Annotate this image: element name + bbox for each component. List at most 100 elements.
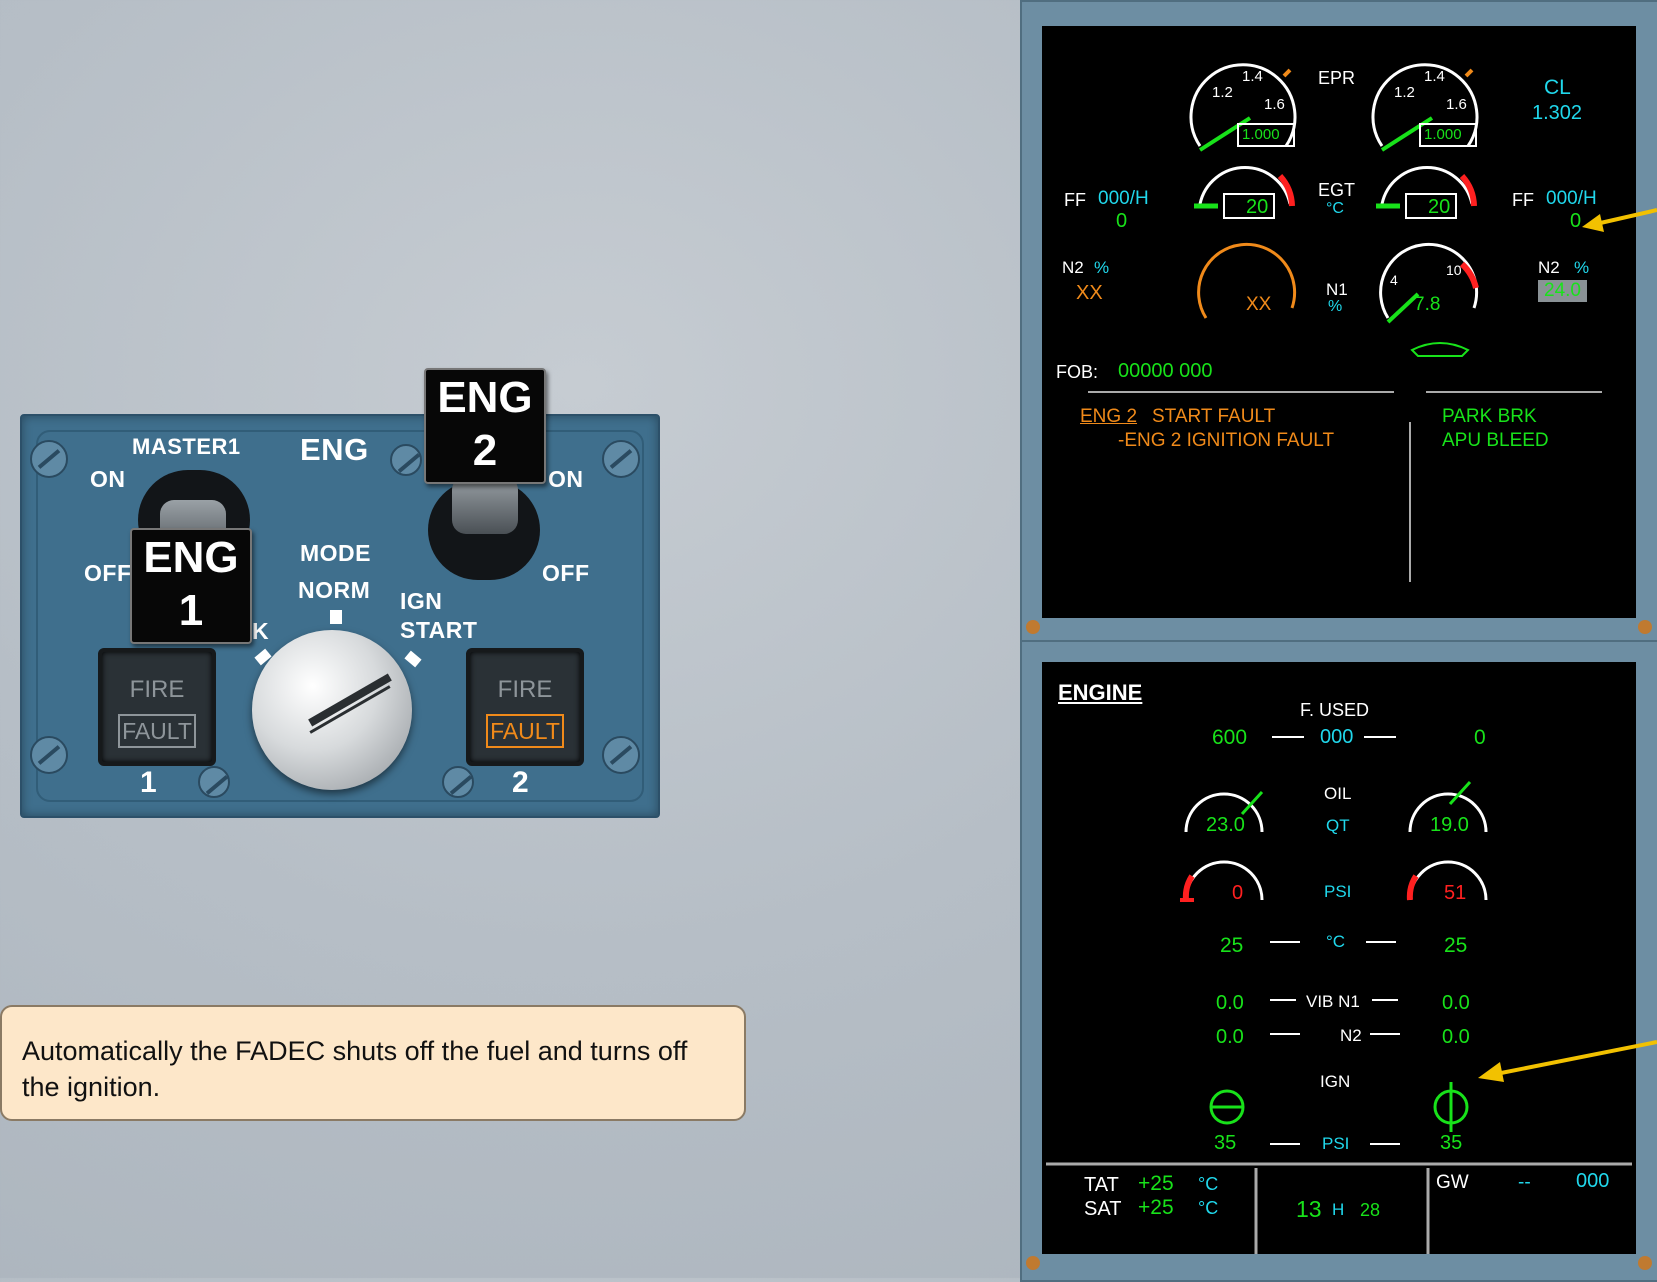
oil-qty1-value: 23.0	[1206, 814, 1245, 836]
fire-legend: FIRE	[129, 676, 185, 703]
bleed-psi1-value: 35	[1214, 1132, 1237, 1154]
eng2-placard: ENG 2	[424, 368, 546, 484]
epr2-max-mark	[1464, 68, 1474, 78]
epr2-tick-1.4: 1.4	[1424, 68, 1445, 85]
thrust-limit-value: 1.302	[1532, 102, 1583, 124]
n1-2-tick-10: 10	[1446, 262, 1462, 278]
utc-h-label: H	[1332, 1200, 1345, 1219]
egt2-dial	[1380, 166, 1474, 205]
norm-position-mark	[330, 610, 342, 624]
eng2-placard-title: ENG	[437, 373, 533, 422]
master1-label: MASTER1	[132, 434, 241, 459]
eng-mode-selector-knob[interactable]	[252, 630, 412, 790]
bleed-psi2-value: 35	[1440, 1132, 1463, 1154]
fire1-number: 1	[140, 766, 158, 799]
explanation-callout: Automatically the FADEC shuts off the fu…	[0, 1005, 746, 1121]
fault-legend-lit: FAULT	[486, 714, 564, 748]
memo-park-brk: PARK BRK	[1442, 406, 1537, 427]
master2-on-label: ON	[548, 466, 584, 492]
sat-label: SAT	[1084, 1198, 1122, 1220]
egt2-value: 20	[1428, 196, 1451, 218]
sd-page-title: ENGINE	[1058, 680, 1143, 705]
oil-temp-unit: °C	[1326, 932, 1346, 951]
screw-icon	[198, 766, 230, 798]
thrust-mode: CL	[1544, 76, 1571, 99]
tat-unit: °C	[1198, 1174, 1219, 1194]
n1-unit: %	[1328, 298, 1343, 315]
epr1-tick-1.6: 1.6	[1264, 96, 1285, 113]
eng-label: ENG	[300, 432, 369, 467]
epr2-tick-1.2: 1.2	[1394, 84, 1415, 101]
epr2-tick-1.6: 1.6	[1446, 96, 1467, 113]
bezel-screw-icon	[1026, 1256, 1040, 1270]
mode-label: MODE	[300, 540, 371, 566]
egt1-dial	[1198, 166, 1292, 205]
oil-psi2-redline	[1406, 874, 1419, 901]
reverser-icon	[1410, 342, 1470, 357]
memo-apu-bleed: APU BLEED	[1442, 430, 1549, 451]
oil-temp1-value: 25	[1220, 934, 1244, 957]
fob-label: FOB:	[1056, 362, 1099, 382]
n2-2-unit: %	[1574, 258, 1590, 277]
utc-hours: 13	[1296, 1196, 1322, 1222]
epr1-value: 1.000	[1242, 126, 1280, 143]
vib-n2-label: N2	[1340, 1026, 1362, 1045]
master2-off-label: OFF	[542, 560, 590, 586]
oil-psi-unit: PSI	[1324, 882, 1352, 901]
tat-value: +25	[1138, 1172, 1174, 1195]
sat-value: +25	[1138, 1196, 1174, 1219]
master2-switch[interactable]	[452, 476, 518, 534]
vib-n2-1-value: 0.0	[1216, 1026, 1244, 1048]
n2-1-label: N2	[1062, 258, 1084, 277]
fire2-number: 2	[512, 766, 530, 799]
n1-2-value: 7.8	[1414, 294, 1441, 315]
sd-engine-graphics	[1046, 736, 1632, 1254]
oil-psi2-value: 51	[1444, 882, 1467, 904]
callout-text: Automatically the FADEC shuts off the fu…	[22, 1036, 688, 1102]
fire-fault-button-2[interactable]: FIRE FAULT	[466, 648, 584, 766]
oil-label: OIL	[1324, 784, 1352, 803]
fob-value: 00000 000	[1118, 360, 1213, 382]
fire-legend: FIRE	[497, 676, 553, 703]
utc-minutes: 28	[1360, 1200, 1381, 1220]
epr1-max-mark	[1282, 68, 1292, 78]
n1-1-value: XX	[1246, 294, 1272, 315]
n1-2-redline	[1459, 261, 1479, 289]
oil-temp2-value: 25	[1444, 934, 1468, 957]
ign-label: IGN	[1320, 1072, 1351, 1091]
warning-start-fault: START FAULT	[1152, 406, 1276, 427]
screw-icon	[390, 444, 422, 476]
n2-2-value: 24.0	[1538, 280, 1587, 302]
bezel-screw-icon	[1638, 1256, 1652, 1270]
oil-psi1-value: 0	[1232, 882, 1244, 904]
ff1-unit: 000/H	[1098, 188, 1149, 209]
n1-2-tick-4: 4	[1390, 272, 1398, 288]
epr2-value: 1.000	[1424, 126, 1462, 143]
master1-on-label: ON	[90, 466, 126, 492]
eng1-placard: ENG 1	[130, 528, 252, 644]
n2-1-unit: %	[1094, 258, 1110, 277]
fire-fault-button-1[interactable]: FIRE FAULT	[98, 648, 216, 766]
bleed-psi-unit: PSI	[1322, 1134, 1350, 1153]
ff1-label: FF	[1064, 190, 1086, 210]
ff1-value: 0	[1116, 210, 1128, 232]
screw-icon	[442, 766, 474, 798]
oil-qty1-needle	[1240, 790, 1264, 816]
vib-n1-1-value: 0.0	[1216, 992, 1244, 1014]
egt-unit: °C	[1326, 200, 1344, 217]
master1-off-label: OFF	[84, 560, 132, 586]
vib-n1-label: VIB N1	[1306, 992, 1360, 1011]
epr-label: EPR	[1318, 68, 1356, 88]
gw-unit: 000	[1576, 1170, 1610, 1192]
gw-value: --	[1518, 1172, 1531, 1193]
oil-qty2-value: 19.0	[1430, 814, 1469, 836]
fused2-value: 0	[1474, 726, 1486, 749]
n2-2-label: N2	[1538, 258, 1560, 277]
gw-label: GW	[1436, 1172, 1469, 1193]
fault-legend: FAULT	[118, 714, 196, 748]
ign-start-ign-label: IGN	[400, 588, 443, 614]
crank-label: K	[252, 618, 270, 644]
ign-start-start-label: START	[400, 617, 478, 643]
screw-icon	[602, 440, 640, 478]
vib-n1-2-value: 0.0	[1442, 992, 1470, 1014]
